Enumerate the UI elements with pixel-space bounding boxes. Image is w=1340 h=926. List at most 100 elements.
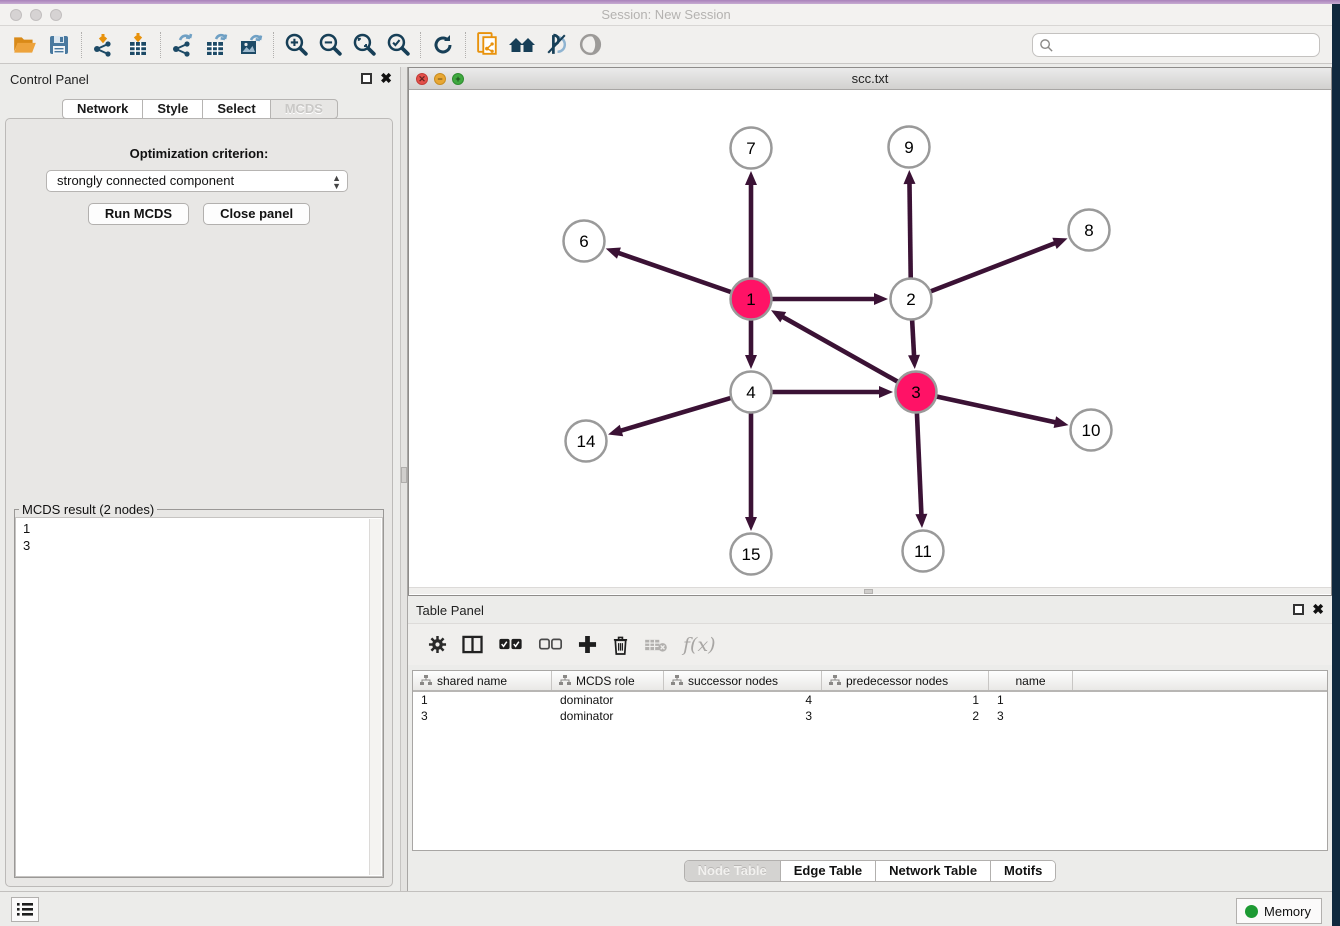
unselect-all-columns-button[interactable]: [538, 638, 563, 651]
graph-edge[interactable]: [937, 396, 1057, 422]
import-table-button[interactable]: [121, 30, 155, 60]
task-history-button[interactable]: [11, 897, 39, 922]
float-panel-icon[interactable]: [361, 73, 372, 84]
table-row[interactable]: 3dominator323: [413, 708, 1327, 724]
delete-table-icon: [644, 637, 668, 653]
edge-arrowhead: [1054, 416, 1069, 428]
table-cell[interactable]: 3: [413, 708, 552, 724]
graph-edge[interactable]: [620, 398, 731, 431]
graph-edge[interactable]: [909, 182, 910, 278]
column-header[interactable]: MCDS role: [552, 671, 664, 690]
zoom-selected-button[interactable]: [381, 30, 415, 60]
apply-layout-button[interactable]: [426, 30, 460, 60]
mcds-result-text[interactable]: 1 3: [15, 517, 383, 877]
delete-table-button[interactable]: [644, 637, 668, 653]
close-view-button[interactable]: ✕: [416, 73, 428, 85]
run-mcds-button[interactable]: Run MCDS: [88, 203, 189, 225]
zoom-fit-button[interactable]: [347, 30, 381, 60]
maximize-view-button[interactable]: +: [452, 73, 464, 85]
save-session-button[interactable]: [42, 30, 76, 60]
function-builder-button[interactable]: f(x): [683, 634, 716, 656]
table-row[interactable]: 1dominator411: [413, 692, 1327, 708]
table-cell[interactable]: 2: [822, 708, 989, 724]
save-floppy-icon: [47, 33, 71, 57]
graph-edge[interactable]: [917, 413, 922, 516]
tab-select[interactable]: Select: [202, 99, 269, 119]
mcds-result-title: MCDS result (2 nodes): [19, 502, 157, 517]
table-cell[interactable]: 4: [664, 692, 822, 708]
tab-node-table[interactable]: Node Table: [685, 861, 781, 881]
table-cell[interactable]: 3: [989, 708, 1073, 724]
column-header[interactable]: predecessor nodes: [822, 671, 989, 690]
open-session-button[interactable]: [8, 30, 42, 60]
table-cell[interactable]: dominator: [552, 708, 664, 724]
birds-eye-view-button[interactable]: [573, 30, 607, 60]
graph-edge[interactable]: [781, 316, 897, 382]
tab-mcds[interactable]: MCDS: [270, 99, 338, 119]
table-body: 1dominator4113dominator323: [413, 692, 1327, 724]
export-network-button[interactable]: [166, 30, 200, 60]
close-table-panel-icon[interactable]: ✖: [1312, 604, 1324, 615]
mcds-result-group: MCDS result (2 nodes) 1 3: [14, 502, 384, 878]
export-table-button[interactable]: [200, 30, 234, 60]
memory-status-icon: [1245, 905, 1258, 918]
node-label: 1: [746, 290, 755, 309]
toggle-graphics-details-button[interactable]: [539, 30, 573, 60]
network-canvas[interactable]: 7968124314101511: [409, 90, 1331, 587]
tab-network[interactable]: Network: [62, 99, 142, 119]
first-neighbors-button[interactable]: [505, 30, 539, 60]
zoom-fit-icon: [351, 31, 378, 58]
tab-network-table[interactable]: Network Table: [876, 861, 991, 881]
panel-splitter[interactable]: [400, 67, 408, 891]
result-scrollbar[interactable]: [369, 519, 381, 875]
column-header[interactable]: successor nodes: [664, 671, 822, 690]
minimize-window-button[interactable]: [30, 9, 42, 21]
search-field[interactable]: [1032, 33, 1320, 57]
graph-edge[interactable]: [617, 252, 731, 292]
float-table-panel-icon[interactable]: [1293, 604, 1304, 615]
close-window-button[interactable]: [10, 9, 22, 21]
zoom-out-icon: [317, 31, 344, 58]
close-panel-icon[interactable]: ✖: [380, 73, 392, 84]
table-cell[interactable]: 1: [822, 692, 989, 708]
node-label: 15: [742, 545, 761, 564]
network-scrollbar-thumb[interactable]: [864, 589, 873, 594]
table-cell[interactable]: 1: [413, 692, 552, 708]
network-window-titlebar[interactable]: ✕ − + scc.txt: [409, 68, 1331, 90]
table-cell[interactable]: 3: [664, 708, 822, 724]
search-input[interactable]: [1054, 38, 1319, 53]
memory-button[interactable]: Memory: [1236, 898, 1322, 924]
zoom-in-button[interactable]: [279, 30, 313, 60]
table-settings-button[interactable]: [428, 635, 447, 654]
table-cell[interactable]: 1: [989, 692, 1073, 708]
criterion-dropdown[interactable]: strongly connected component ▲▼: [46, 170, 348, 192]
create-network-view-button[interactable]: [471, 30, 505, 60]
node-label: 10: [1082, 421, 1101, 440]
zoom-out-button[interactable]: [313, 30, 347, 60]
node-label: 8: [1084, 221, 1093, 240]
create-column-button[interactable]: [578, 635, 597, 654]
minimize-view-button[interactable]: −: [434, 73, 446, 85]
import-network-icon: [91, 32, 117, 58]
tab-style[interactable]: Style: [142, 99, 202, 119]
tab-edge-table[interactable]: Edge Table: [781, 861, 876, 881]
graph-edge[interactable]: [931, 243, 1057, 292]
table-cell[interactable]: dominator: [552, 692, 664, 708]
show-column-panel-button[interactable]: [462, 635, 483, 654]
splitter-grip[interactable]: [401, 467, 407, 483]
gear-icon: [428, 635, 447, 654]
delete-column-button[interactable]: [612, 635, 629, 655]
open-folder-icon: [12, 32, 38, 58]
column-header[interactable]: shared name: [413, 671, 552, 690]
checked-boxes-icon: [498, 638, 523, 651]
import-network-button[interactable]: [87, 30, 121, 60]
close-panel-button[interactable]: Close panel: [203, 203, 310, 225]
export-image-button[interactable]: [234, 30, 268, 60]
network-scrollbar[interactable]: [409, 587, 1331, 594]
tab-motifs[interactable]: Motifs: [991, 861, 1055, 881]
graph-edge[interactable]: [912, 320, 914, 357]
select-all-columns-button[interactable]: [498, 638, 523, 651]
column-header[interactable]: name: [989, 671, 1073, 690]
zoom-window-button[interactable]: [50, 9, 62, 21]
edge-arrowhead: [745, 171, 757, 185]
